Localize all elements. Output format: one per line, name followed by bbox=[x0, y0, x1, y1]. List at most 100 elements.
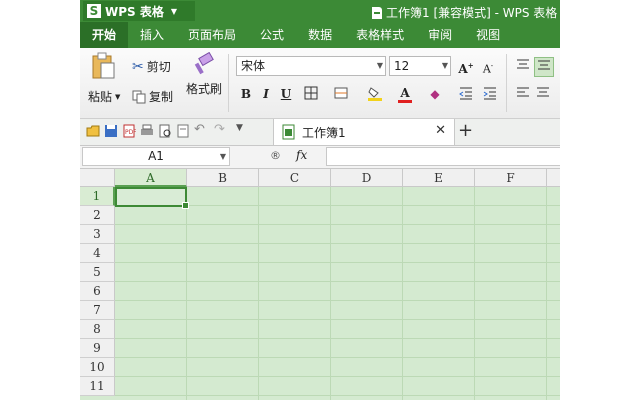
italic-icon[interactable]: I bbox=[257, 85, 275, 103]
borders-icon[interactable] bbox=[302, 85, 320, 103]
row-header[interactable]: 5 bbox=[80, 263, 115, 282]
zoom-formula-icon[interactable]: ® bbox=[270, 149, 281, 162]
tab-insert[interactable]: 插入 bbox=[128, 22, 176, 48]
row-header[interactable]: 11 bbox=[80, 377, 115, 396]
document-icon bbox=[372, 6, 382, 19]
document-tab[interactable]: 工作簿1 ✕ bbox=[273, 119, 455, 145]
open-folder-icon[interactable] bbox=[86, 124, 100, 138]
document-tab-label: 工作簿1 bbox=[302, 126, 346, 140]
cut-button[interactable]: ✂ 剪切 bbox=[132, 58, 171, 75]
row-header[interactable]: 3 bbox=[80, 225, 115, 244]
font-color-icon[interactable]: A bbox=[396, 84, 414, 103]
print-icon[interactable] bbox=[140, 124, 154, 138]
svg-text:PDF: PDF bbox=[125, 129, 136, 136]
wps-spreadsheet-window: S WPS 表格 ▼ 工作簿1 [兼容模式] - WPS 表格 开始 插入 页面… bbox=[80, 0, 560, 400]
scissors-icon: ✂ bbox=[132, 58, 144, 75]
undo-icon[interactable]: ↶ bbox=[194, 122, 208, 137]
copy-button[interactable]: 复制 bbox=[132, 88, 173, 105]
app-menu-button[interactable]: S WPS 表格 ▼ bbox=[83, 1, 195, 21]
row-header[interactable]: 9 bbox=[80, 339, 115, 358]
paste-button[interactable] bbox=[90, 52, 116, 80]
window-title: 工作簿1 [兼容模式] - WPS 表格 bbox=[372, 4, 557, 21]
font-size-select[interactable]: 12 ▼ bbox=[389, 56, 451, 76]
column-header-overflow[interactable] bbox=[547, 169, 560, 187]
print-preview-icon[interactable] bbox=[158, 124, 172, 138]
row-header[interactable]: 6 bbox=[80, 282, 115, 301]
font-size-value: 12 bbox=[394, 59, 410, 73]
chevron-down-icon[interactable]: ▼ bbox=[236, 123, 250, 137]
row-header[interactable]: 7 bbox=[80, 301, 115, 320]
format-painter-button[interactable]: 格式刷 bbox=[186, 52, 222, 97]
row-header[interactable]: 4 bbox=[80, 244, 115, 263]
redo-icon[interactable]: ↷ bbox=[214, 122, 228, 137]
divider bbox=[228, 54, 229, 112]
cell-area[interactable] bbox=[115, 187, 560, 400]
sheet-grid: A B C D E F 1 2 3 4 5 6 7 8 9 10 11 bbox=[80, 169, 560, 400]
align-left-icon[interactable] bbox=[514, 85, 532, 103]
export-pdf-icon[interactable]: PDF bbox=[122, 124, 136, 138]
formula-bar: A1 ▼ ® fx bbox=[80, 146, 560, 169]
align-middle-icon[interactable] bbox=[534, 57, 554, 77]
column-header-b[interactable]: B bbox=[187, 169, 259, 187]
insert-function-button[interactable]: fx bbox=[296, 148, 307, 162]
row-header[interactable]: 2 bbox=[80, 206, 115, 225]
chevron-down-icon: ▼ bbox=[376, 61, 383, 70]
font-name-select[interactable]: 宋体 ▼ bbox=[236, 56, 386, 76]
quick-access-toolbar: PDF ↶ ↷ ▼ 工作簿1 ✕ + bbox=[80, 119, 560, 146]
tab-data[interactable]: 数据 bbox=[296, 22, 344, 48]
copy-label: 复制 bbox=[149, 90, 174, 104]
align-top-icon[interactable] bbox=[514, 57, 532, 75]
chevron-down-icon: ▼ bbox=[219, 152, 226, 161]
print-setup-icon[interactable] bbox=[176, 124, 190, 138]
column-header-f[interactable]: F bbox=[475, 169, 547, 187]
ribbon-home: 粘贴 ▼ ✂ 剪切 复制 格式刷 宋体 ▼ 12 ▼ A+ A- B I U A… bbox=[80, 48, 560, 119]
increase-indent-icon[interactable] bbox=[481, 85, 499, 103]
paste-menu[interactable]: 粘贴 ▼ bbox=[88, 88, 120, 105]
tab-page-layout[interactable]: 页面布局 bbox=[176, 22, 248, 48]
paste-label: 粘贴 bbox=[88, 90, 113, 104]
tab-formulas[interactable]: 公式 bbox=[248, 22, 296, 48]
tab-table-style[interactable]: 表格样式 bbox=[344, 22, 416, 48]
decrease-font-size-icon[interactable]: A- bbox=[479, 57, 497, 76]
paintbrush-icon bbox=[194, 52, 214, 75]
ribbon-tabs: 开始 插入 页面布局 公式 数据 表格样式 审阅 视图 bbox=[80, 22, 560, 48]
column-header-d[interactable]: D bbox=[331, 169, 403, 187]
select-all-corner[interactable] bbox=[80, 169, 115, 187]
clear-format-icon[interactable]: ◆ bbox=[426, 85, 444, 103]
row-header[interactable]: 8 bbox=[80, 320, 115, 339]
row-header[interactable]: 10 bbox=[80, 358, 115, 377]
increase-font-size-icon[interactable]: A+ bbox=[457, 57, 475, 76]
format-painter-label: 格式刷 bbox=[186, 82, 223, 96]
column-header-c[interactable]: C bbox=[259, 169, 331, 187]
active-cell-a1[interactable] bbox=[115, 187, 189, 209]
wps-logo-icon: S bbox=[87, 4, 101, 18]
tab-review[interactable]: 审阅 bbox=[416, 22, 464, 48]
chevron-down-icon: ▼ bbox=[441, 61, 448, 70]
title-bar: S WPS 表格 ▼ 工作簿1 [兼容模式] - WPS 表格 bbox=[80, 0, 560, 22]
font-name-value: 宋体 bbox=[241, 59, 266, 73]
fill-color-icon[interactable] bbox=[366, 85, 384, 103]
decrease-indent-icon[interactable] bbox=[457, 85, 475, 103]
spreadsheet-icon bbox=[282, 124, 295, 140]
window-title-text: 工作簿1 [兼容模式] - WPS 表格 bbox=[386, 6, 558, 20]
row-header[interactable]: 1 bbox=[80, 187, 115, 206]
clipboard-icon bbox=[92, 52, 115, 79]
merge-cells-icon[interactable] bbox=[332, 85, 350, 103]
name-box-value: A1 bbox=[148, 149, 164, 163]
divider bbox=[506, 54, 507, 112]
bold-icon[interactable]: B bbox=[237, 85, 255, 103]
chevron-down-icon: ▼ bbox=[170, 6, 178, 16]
save-icon[interactable] bbox=[104, 124, 118, 138]
new-tab-button[interactable]: + bbox=[458, 119, 473, 143]
copy-icon bbox=[132, 90, 146, 103]
tab-home[interactable]: 开始 bbox=[80, 22, 129, 48]
name-box[interactable]: A1 ▼ bbox=[82, 147, 230, 166]
underline-icon[interactable]: U bbox=[277, 85, 295, 103]
formula-input[interactable] bbox=[326, 147, 560, 166]
column-header-e[interactable]: E bbox=[403, 169, 475, 187]
align-center-icon[interactable] bbox=[534, 85, 552, 103]
column-header-a[interactable]: A bbox=[115, 169, 187, 187]
cut-label: 剪切 bbox=[146, 60, 171, 74]
tab-view[interactable]: 视图 bbox=[464, 22, 512, 48]
close-icon[interactable]: ✕ bbox=[435, 123, 446, 138]
